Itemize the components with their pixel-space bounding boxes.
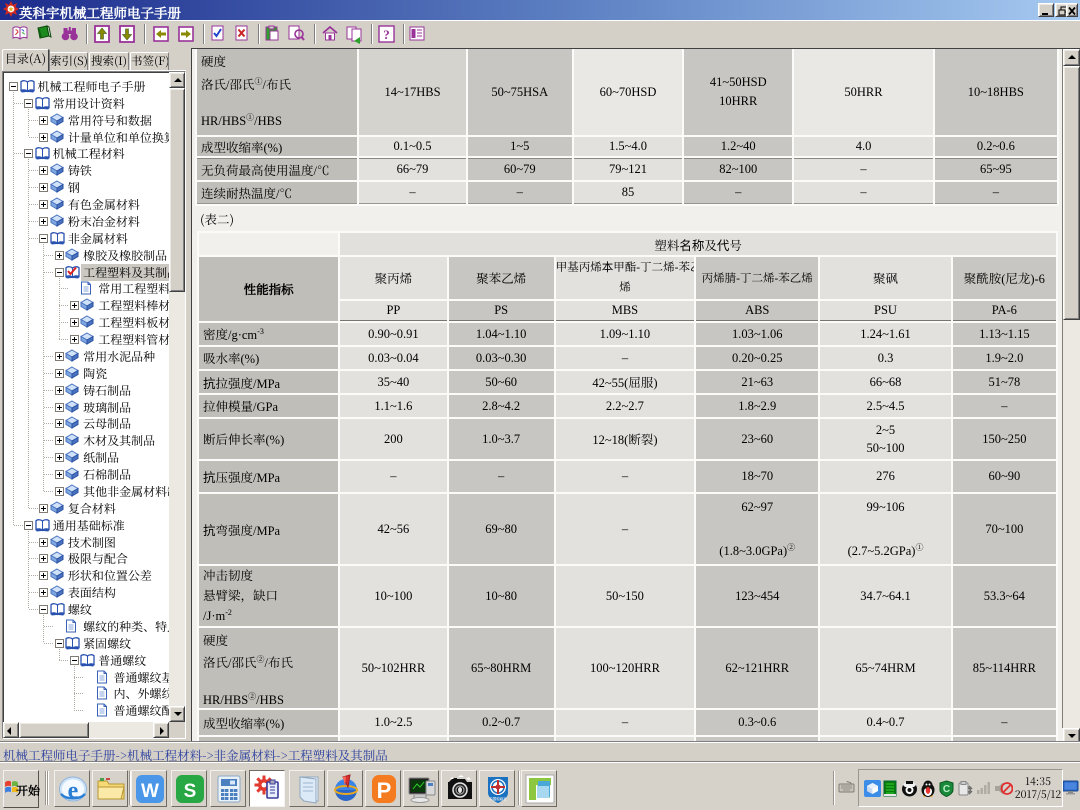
svg-text:S: S (184, 781, 197, 802)
svg-text:?: ? (383, 27, 390, 42)
svg-text:e: e (68, 778, 79, 804)
svg-text:W: W (141, 781, 159, 802)
svg-text:P: P (377, 778, 392, 803)
svg-text:C: C (943, 784, 950, 795)
svg-text:中国船级社: 中国船级社 (489, 796, 507, 801)
